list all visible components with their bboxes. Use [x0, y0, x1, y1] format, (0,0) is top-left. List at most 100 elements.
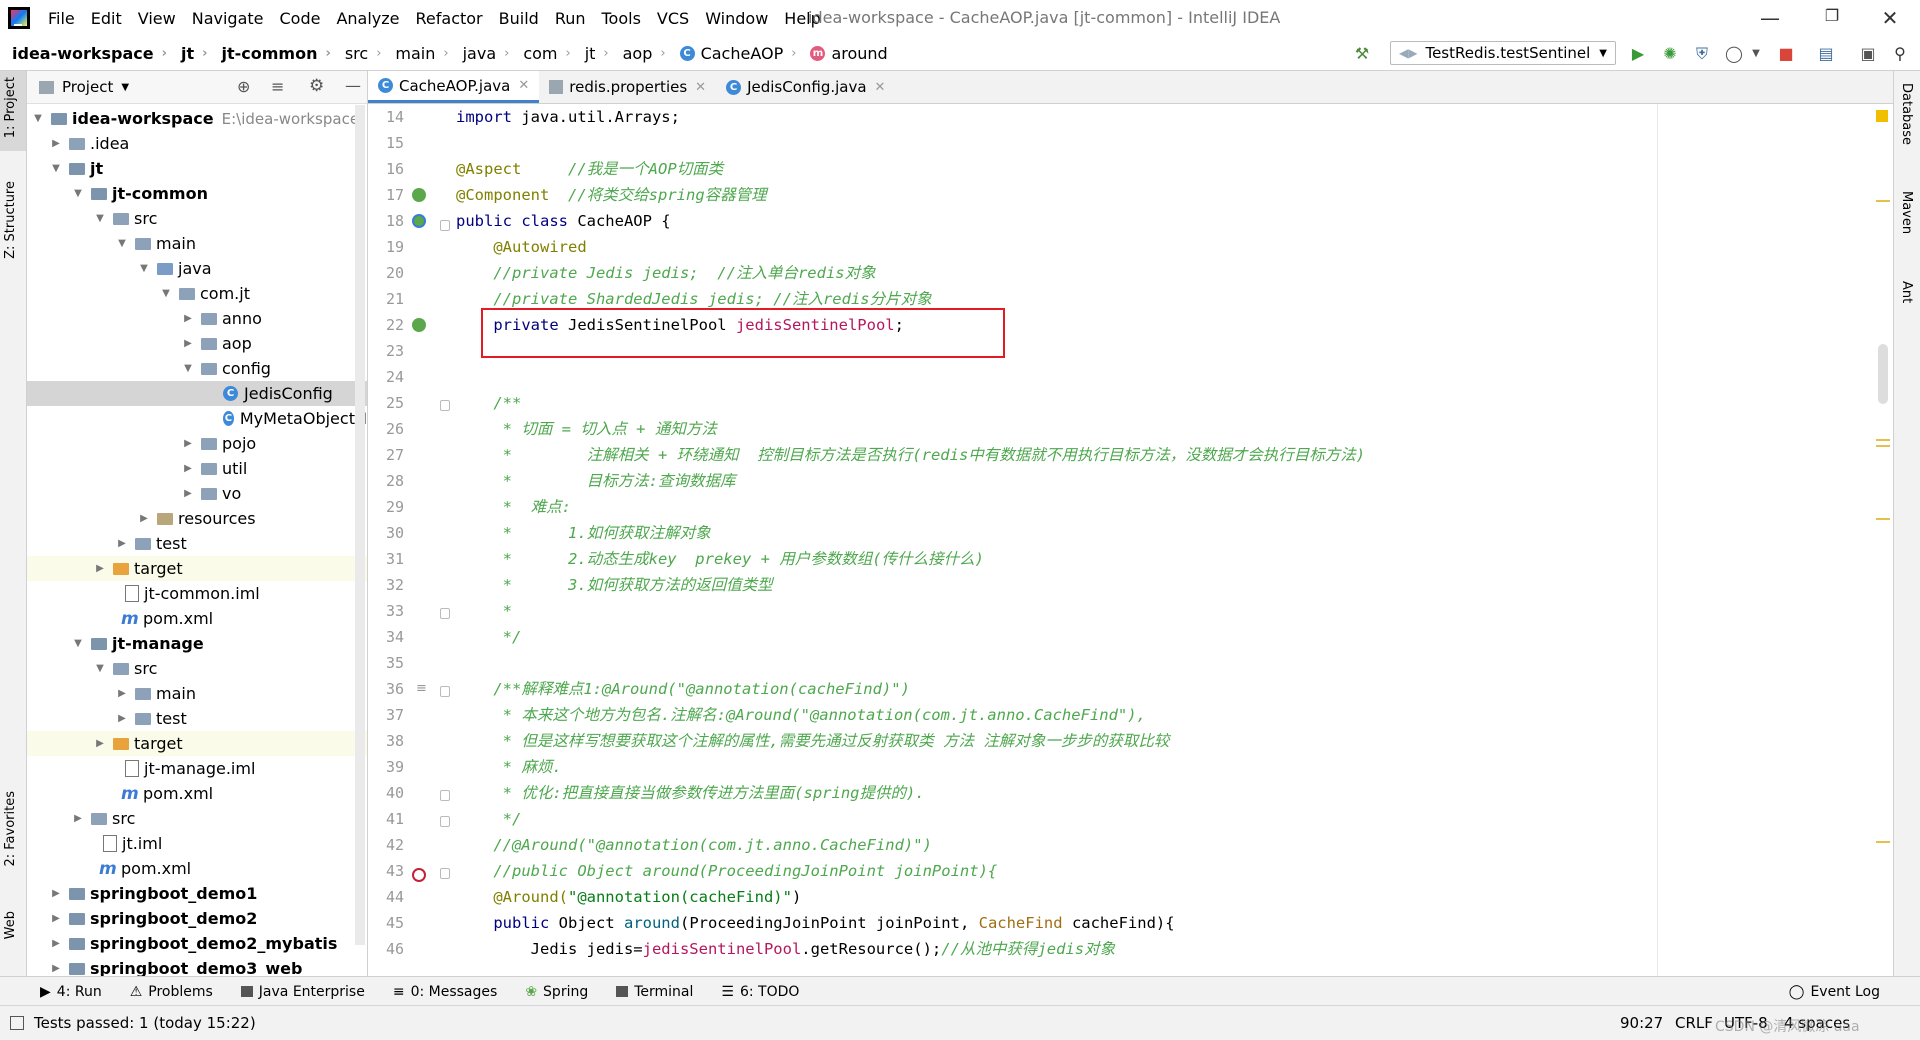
- hide-panel-icon[interactable]: —: [345, 76, 361, 95]
- tool-event-log[interactable]: ◯ Event Log: [1775, 984, 1920, 1000]
- line-separator[interactable]: CRLF: [1675, 1014, 1713, 1032]
- menu-vcs[interactable]: VCS: [649, 9, 697, 28]
- stop-icon[interactable]: ■: [1776, 44, 1796, 64]
- tree-item-anno[interactable]: ▶ anno: [27, 306, 367, 331]
- debug-icon[interactable]: ✺: [1660, 44, 1680, 64]
- tool-todo[interactable]: ☰ 6: TODO: [707, 984, 813, 1000]
- tree-item-vo[interactable]: ▶ vo: [27, 481, 367, 506]
- tab-redis-properties[interactable]: redis.properties ✕: [539, 71, 716, 103]
- gear-icon[interactable]: ⚙: [309, 76, 324, 96]
- tool-terminal[interactable]: Terminal: [602, 984, 707, 1000]
- coverage-icon[interactable]: ⛨: [1692, 44, 1712, 64]
- tree-item-util[interactable]: ▶ util: [27, 456, 367, 481]
- tool-problems[interactable]: ⚠ Problems: [116, 984, 227, 1000]
- tree-item-pom[interactable]: m pom.xml: [27, 781, 367, 806]
- tool-tab-project[interactable]: 1: Project: [3, 77, 18, 138]
- breadcrumb-java[interactable]: java ›: [451, 44, 512, 63]
- tree-item-jt[interactable]: ▼ jt: [27, 156, 367, 181]
- tree-item-src[interactable]: ▶ src: [27, 806, 367, 831]
- fold-marker-icon[interactable]: [440, 868, 450, 879]
- close-icon[interactable]: ✕: [695, 80, 706, 95]
- menu-edit[interactable]: Edit: [83, 9, 130, 28]
- breadcrumb-main[interactable]: main ›: [383, 44, 450, 63]
- fold-marker-icon[interactable]: [440, 608, 450, 619]
- tool-spring[interactable]: ❀ Spring: [511, 984, 602, 1000]
- tool-run[interactable]: ▶ 4: Run: [0, 984, 116, 1000]
- tool-messages[interactable]: ≡ 0: Messages: [379, 984, 511, 1000]
- close-icon[interactable]: ✕: [518, 78, 529, 93]
- breadcrumb-jt-package[interactable]: jt ›: [573, 44, 611, 63]
- menu-run[interactable]: Run: [547, 9, 594, 28]
- menu-analyze[interactable]: Analyze: [328, 9, 407, 28]
- tool-tab-database[interactable]: Database: [1899, 83, 1914, 145]
- breadcrumb-jt[interactable]: jt ›: [169, 44, 210, 63]
- breadcrumb-jt-common[interactable]: jt-common ›: [210, 44, 333, 63]
- chevron-down-icon[interactable]: ▼: [121, 82, 129, 93]
- breadcrumb-aop[interactable]: aop ›: [611, 44, 668, 63]
- tree-item-jt-manage-iml[interactable]: jt-manage.iml: [27, 756, 367, 781]
- tree-item-com-jt[interactable]: ▼ com.jt: [27, 281, 367, 306]
- tree-item-target[interactable]: ▶ target: [27, 731, 367, 756]
- tree-item-java[interactable]: ▼ java: [27, 256, 367, 281]
- tree-item-pom[interactable]: m pom.xml: [27, 606, 367, 631]
- warning-status-icon[interactable]: [1876, 110, 1888, 122]
- tool-tab-favorites[interactable]: 2: Favorites: [3, 791, 18, 867]
- tool-tab-web[interactable]: Web: [3, 911, 18, 939]
- fold-marker-icon[interactable]: [440, 816, 450, 827]
- breadcrumb-cacheaop[interactable]: C CacheAOP ›: [668, 44, 799, 63]
- spring-bean-icon[interactable]: [412, 214, 426, 228]
- tree-item-jedisconfig[interactable]: C JedisConfig: [27, 381, 367, 406]
- menu-file[interactable]: File: [40, 9, 83, 28]
- profile-dropdown-icon[interactable]: ▼: [1746, 44, 1766, 64]
- tree-item-springboot-demo3-web[interactable]: ▶ springboot_demo3_web: [27, 956, 367, 976]
- tree-item-jt-iml[interactable]: jt.iml: [27, 831, 367, 856]
- menu-refactor[interactable]: Refactor: [408, 9, 491, 28]
- layout-icon[interactable]: ▣: [1858, 44, 1878, 64]
- tree-item-pom[interactable]: m pom.xml: [27, 856, 367, 881]
- tree-item-config[interactable]: ▼ config: [27, 356, 367, 381]
- build-hammer-icon[interactable]: ⚒: [1352, 44, 1372, 64]
- profile-icon[interactable]: ◯: [1724, 44, 1744, 64]
- autowired-bean-icon[interactable]: [412, 318, 426, 332]
- editor-scrollbar-thumb[interactable]: [1878, 344, 1888, 404]
- spring-bean-icon[interactable]: [412, 188, 426, 202]
- error-stripe[interactable]: [1873, 104, 1893, 976]
- menu-window[interactable]: Window: [697, 9, 776, 28]
- tree-item-springboot-demo2-mybatis[interactable]: ▶ springboot_demo2_mybatis: [27, 931, 367, 956]
- warning-mark[interactable]: [1876, 841, 1890, 843]
- fold-marker-icon[interactable]: [440, 686, 450, 697]
- tree-item-target[interactable]: ▶ target: [27, 556, 367, 581]
- tree-item-main[interactable]: ▼ main: [27, 231, 367, 256]
- warning-mark[interactable]: [1876, 439, 1890, 441]
- project-structure-icon[interactable]: ▤: [1816, 44, 1836, 64]
- minimize-icon[interactable]: —: [1758, 6, 1782, 30]
- tree-item-aop[interactable]: ▶ aop: [27, 331, 367, 356]
- tree-item-springboot-demo1[interactable]: ▶ springboot_demo1: [27, 881, 367, 906]
- warning-mark[interactable]: [1876, 518, 1890, 520]
- restore-icon[interactable]: ❐: [1820, 6, 1844, 30]
- breadcrumb-src[interactable]: src ›: [333, 44, 384, 63]
- tree-item-springboot-demo2[interactable]: ▶ springboot_demo2: [27, 906, 367, 931]
- tree-item-resources[interactable]: ▶ resources: [27, 506, 367, 531]
- status-message[interactable]: Tests passed: 1 (today 15:22): [34, 1014, 256, 1032]
- tab-cacheaop[interactable]: C CacheAOP.java ✕: [368, 71, 540, 103]
- tab-jedisconfig[interactable]: C JedisConfig.java ✕: [716, 71, 895, 103]
- tree-item-pojo[interactable]: ▶ pojo: [27, 431, 367, 456]
- tree-item-src[interactable]: ▼ src: [27, 656, 367, 681]
- run-configuration-select[interactable]: ◀▶ TestRedis.testSentinel ▼: [1390, 41, 1616, 65]
- menu-code[interactable]: Code: [272, 9, 329, 28]
- tool-tab-structure[interactable]: Z: Structure: [3, 181, 18, 259]
- collapse-all-icon[interactable]: ≡: [271, 77, 284, 96]
- tree-item-jt-common-iml[interactable]: jt-common.iml: [27, 581, 367, 606]
- code-editor[interactable]: import java.util.Arrays; @Aspect //我是一个A…: [450, 104, 1830, 976]
- menu-build[interactable]: Build: [491, 9, 547, 28]
- warning-mark[interactable]: [1876, 200, 1890, 202]
- tool-tab-maven[interactable]: Maven: [1899, 191, 1914, 234]
- fold-marker-icon[interactable]: [440, 790, 450, 801]
- tree-item-test[interactable]: ▶ test: [27, 706, 367, 731]
- project-view-title[interactable]: Project: [62, 78, 113, 96]
- breadcrumb-com[interactable]: com ›: [511, 44, 572, 63]
- tree-item-src[interactable]: ▼ src: [27, 206, 367, 231]
- tree-item-jt-common[interactable]: ▼ jt-common: [27, 181, 367, 206]
- tool-windows-icon[interactable]: [10, 1016, 24, 1030]
